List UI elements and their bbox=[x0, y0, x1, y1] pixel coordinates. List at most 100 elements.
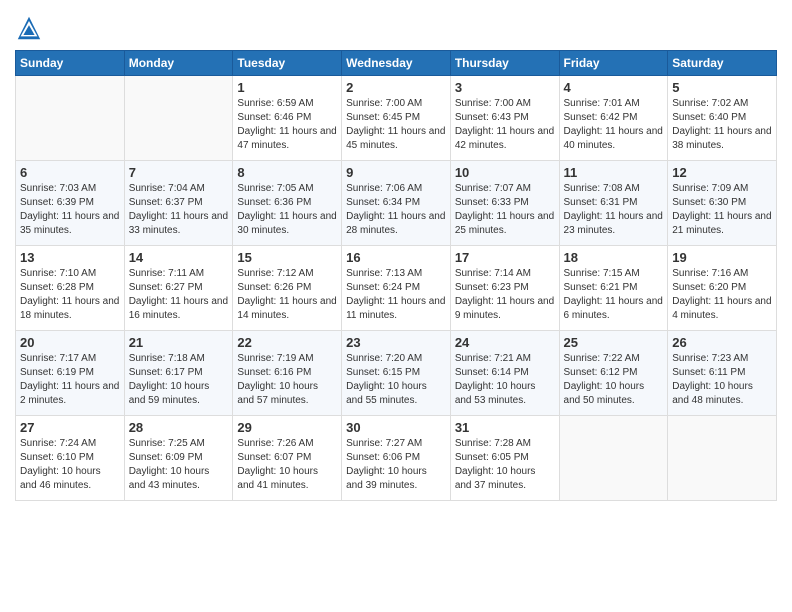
day-number: 27 bbox=[20, 420, 120, 435]
calendar-cell: 30 Sunrise: 7:27 AM Sunset: 6:06 PM Dayli… bbox=[342, 416, 451, 501]
day-info: Sunrise: 7:08 AM Sunset: 6:31 PM Dayligh… bbox=[564, 182, 664, 238]
calendar-cell: 14Sunrise: 7:11 AM Sunset: 6:27 PM Dayli… bbox=[124, 246, 233, 331]
day-info: Sunrise: 6:59 AM Sunset: 6:46 PM Dayligh… bbox=[237, 97, 337, 153]
calendar-cell: 11 Sunrise: 7:08 AM Sunset: 6:31 PM Dayli… bbox=[559, 161, 668, 246]
day-number: 30 bbox=[346, 420, 446, 435]
day-number: 21 bbox=[129, 335, 229, 350]
calendar-cell: 15Sunrise: 7:12 AM Sunset: 6:26 PM Dayli… bbox=[233, 246, 342, 331]
calendar-cell: 19 Sunrise: 7:16 AM Sunset: 6:20 PM Dayli… bbox=[668, 246, 777, 331]
day-info: Sunrise: 7:15 AM Sunset: 6:21 PM Dayligh… bbox=[564, 267, 664, 323]
day-number: 14 bbox=[129, 250, 229, 265]
weekday-row: SundayMondayTuesdayWednesdayThursdayFrid… bbox=[16, 51, 777, 76]
day-info: Sunrise: 7:18 AM Sunset: 6:17 PM Dayligh… bbox=[129, 352, 229, 408]
calendar-cell: 9 Sunrise: 7:06 AM Sunset: 6:34 PM Daylig… bbox=[342, 161, 451, 246]
day-info: Sunrise: 7:23 AM Sunset: 6:11 PM Dayligh… bbox=[672, 352, 772, 408]
calendar-cell bbox=[124, 76, 233, 161]
week-row-1: 1 Sunrise: 6:59 AM Sunset: 6:46 PM Daylig… bbox=[16, 76, 777, 161]
calendar-cell: 12Sunrise: 7:09 AM Sunset: 6:30 PM Dayli… bbox=[668, 161, 777, 246]
day-info: Sunrise: 7:21 AM Sunset: 6:14 PM Dayligh… bbox=[455, 352, 555, 408]
day-number: 24 bbox=[455, 335, 555, 350]
calendar-cell: 20 Sunrise: 7:17 AM Sunset: 6:19 PM Dayli… bbox=[16, 331, 125, 416]
calendar-cell: 28 Sunrise: 7:25 AM Sunset: 6:09 PM Dayli… bbox=[124, 416, 233, 501]
weekday-header-sunday: Sunday bbox=[16, 51, 125, 76]
calendar-cell: 18 Sunrise: 7:15 AM Sunset: 6:21 PM Dayli… bbox=[559, 246, 668, 331]
day-info: Sunrise: 7:27 AM Sunset: 6:06 PM Dayligh… bbox=[346, 437, 446, 493]
day-info: Sunrise: 7:24 AM Sunset: 6:10 PM Dayligh… bbox=[20, 437, 120, 493]
day-number: 28 bbox=[129, 420, 229, 435]
page-header bbox=[15, 10, 777, 42]
day-number: 13 bbox=[20, 250, 120, 265]
calendar-cell: 29 Sunrise: 7:26 AM Sunset: 6:07 PM Dayli… bbox=[233, 416, 342, 501]
calendar-cell: 6 Sunrise: 7:03 AM Sunset: 6:39 PM Daylig… bbox=[16, 161, 125, 246]
calendar-cell: 27 Sunrise: 7:24 AM Sunset: 6:10 PM Dayli… bbox=[16, 416, 125, 501]
calendar-cell: 22Sunrise: 7:19 AM Sunset: 6:16 PM Dayli… bbox=[233, 331, 342, 416]
calendar-cell bbox=[668, 416, 777, 501]
day-info: Sunrise: 7:06 AM Sunset: 6:34 PM Dayligh… bbox=[346, 182, 446, 238]
calendar-cell: 3Sunrise: 7:00 AM Sunset: 6:43 PM Daylig… bbox=[450, 76, 559, 161]
day-info: Sunrise: 7:02 AM Sunset: 6:40 PM Dayligh… bbox=[672, 97, 772, 153]
day-number: 29 bbox=[237, 420, 337, 435]
logo-icon bbox=[15, 14, 43, 42]
week-row-5: 27 Sunrise: 7:24 AM Sunset: 6:10 PM Dayli… bbox=[16, 416, 777, 501]
day-number: 12 bbox=[672, 165, 772, 180]
day-info: Sunrise: 7:16 AM Sunset: 6:20 PM Dayligh… bbox=[672, 267, 772, 323]
calendar-cell: 23Sunrise: 7:20 AM Sunset: 6:15 PM Dayli… bbox=[342, 331, 451, 416]
logo bbox=[15, 14, 47, 42]
calendar-cell: 10 Sunrise: 7:07 AM Sunset: 6:33 PM Dayli… bbox=[450, 161, 559, 246]
day-number: 1 bbox=[237, 80, 337, 95]
day-number: 20 bbox=[20, 335, 120, 350]
day-number: 19 bbox=[672, 250, 772, 265]
calendar-cell: 24 Sunrise: 7:21 AM Sunset: 6:14 PM Dayli… bbox=[450, 331, 559, 416]
day-number: 17 bbox=[455, 250, 555, 265]
calendar-cell: 2Sunrise: 7:00 AM Sunset: 6:45 PM Daylig… bbox=[342, 76, 451, 161]
calendar-cell: 8 Sunrise: 7:05 AM Sunset: 6:36 PM Daylig… bbox=[233, 161, 342, 246]
calendar-body: 1 Sunrise: 6:59 AM Sunset: 6:46 PM Daylig… bbox=[16, 76, 777, 501]
day-number: 26 bbox=[672, 335, 772, 350]
day-info: Sunrise: 7:20 AM Sunset: 6:15 PM Dayligh… bbox=[346, 352, 446, 408]
calendar-cell: 26 Sunrise: 7:23 AM Sunset: 6:11 PM Dayli… bbox=[668, 331, 777, 416]
day-number: 11 bbox=[564, 165, 664, 180]
week-row-3: 13 Sunrise: 7:10 AM Sunset: 6:28 PM Dayli… bbox=[16, 246, 777, 331]
calendar-cell: 5 Sunrise: 7:02 AM Sunset: 6:40 PM Daylig… bbox=[668, 76, 777, 161]
day-info: Sunrise: 7:10 AM Sunset: 6:28 PM Dayligh… bbox=[20, 267, 120, 323]
day-info: Sunrise: 7:22 AM Sunset: 6:12 PM Dayligh… bbox=[564, 352, 664, 408]
calendar-cell: 31Sunrise: 7:28 AM Sunset: 6:05 PM Dayli… bbox=[450, 416, 559, 501]
calendar-cell: 1 Sunrise: 6:59 AM Sunset: 6:46 PM Daylig… bbox=[233, 76, 342, 161]
day-info: Sunrise: 7:12 AM Sunset: 6:26 PM Dayligh… bbox=[237, 267, 337, 323]
day-number: 8 bbox=[237, 165, 337, 180]
day-number: 4 bbox=[564, 80, 664, 95]
day-number: 6 bbox=[20, 165, 120, 180]
weekday-header-monday: Monday bbox=[124, 51, 233, 76]
day-info: Sunrise: 7:03 AM Sunset: 6:39 PM Dayligh… bbox=[20, 182, 120, 238]
day-info: Sunrise: 7:25 AM Sunset: 6:09 PM Dayligh… bbox=[129, 437, 229, 493]
calendar-cell bbox=[559, 416, 668, 501]
weekday-header-friday: Friday bbox=[559, 51, 668, 76]
day-info: Sunrise: 7:14 AM Sunset: 6:23 PM Dayligh… bbox=[455, 267, 555, 323]
calendar-cell: 25 Sunrise: 7:22 AM Sunset: 6:12 PM Dayli… bbox=[559, 331, 668, 416]
week-row-2: 6 Sunrise: 7:03 AM Sunset: 6:39 PM Daylig… bbox=[16, 161, 777, 246]
day-info: Sunrise: 7:26 AM Sunset: 6:07 PM Dayligh… bbox=[237, 437, 337, 493]
day-info: Sunrise: 7:07 AM Sunset: 6:33 PM Dayligh… bbox=[455, 182, 555, 238]
day-info: Sunrise: 7:13 AM Sunset: 6:24 PM Dayligh… bbox=[346, 267, 446, 323]
weekday-header-thursday: Thursday bbox=[450, 51, 559, 76]
weekday-header-saturday: Saturday bbox=[668, 51, 777, 76]
week-row-4: 20 Sunrise: 7:17 AM Sunset: 6:19 PM Dayli… bbox=[16, 331, 777, 416]
day-info: Sunrise: 7:05 AM Sunset: 6:36 PM Dayligh… bbox=[237, 182, 337, 238]
day-info: Sunrise: 7:19 AM Sunset: 6:16 PM Dayligh… bbox=[237, 352, 337, 408]
day-number: 31 bbox=[455, 420, 555, 435]
calendar-cell: 21 Sunrise: 7:18 AM Sunset: 6:17 PM Dayli… bbox=[124, 331, 233, 416]
day-info: Sunrise: 7:17 AM Sunset: 6:19 PM Dayligh… bbox=[20, 352, 120, 408]
day-number: 18 bbox=[564, 250, 664, 265]
calendar-cell: 4Sunrise: 7:01 AM Sunset: 6:42 PM Daylig… bbox=[559, 76, 668, 161]
day-number: 25 bbox=[564, 335, 664, 350]
calendar-cell: 16Sunrise: 7:13 AM Sunset: 6:24 PM Dayli… bbox=[342, 246, 451, 331]
day-info: Sunrise: 7:00 AM Sunset: 6:43 PM Dayligh… bbox=[455, 97, 555, 153]
day-number: 9 bbox=[346, 165, 446, 180]
calendar-cell: 13 Sunrise: 7:10 AM Sunset: 6:28 PM Dayli… bbox=[16, 246, 125, 331]
day-number: 10 bbox=[455, 165, 555, 180]
day-number: 5 bbox=[672, 80, 772, 95]
calendar-table: SundayMondayTuesdayWednesdayThursdayFrid… bbox=[15, 50, 777, 501]
day-number: 2 bbox=[346, 80, 446, 95]
calendar-cell: 17 Sunrise: 7:14 AM Sunset: 6:23 PM Dayli… bbox=[450, 246, 559, 331]
calendar-cell bbox=[16, 76, 125, 161]
